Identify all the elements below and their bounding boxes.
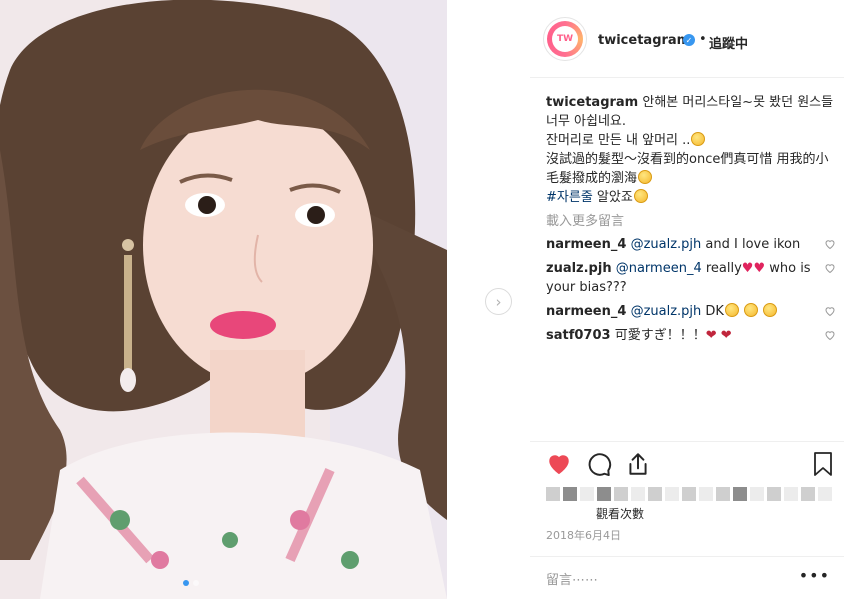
bookmark-icon[interactable]	[811, 451, 835, 477]
carousel-indicator	[183, 580, 199, 586]
like-comment-heart-icon[interactable]	[824, 262, 836, 274]
emoji-icon	[633, 189, 648, 203]
action-bar	[530, 441, 844, 442]
comment-username[interactable]: narmeen_4	[546, 237, 626, 252]
red-heart-emoji-icon: ♥	[753, 261, 766, 276]
caption-line-4: 알았죠	[592, 190, 633, 205]
comment-item: zualz.pjh @narmeen_4 really♥♥ who is you…	[546, 259, 836, 297]
views-label: 觀看次數	[596, 507, 645, 521]
red-heart-emoji-icon: ♥	[741, 261, 754, 276]
add-comment-bar: 留言⋯⋯ •••	[530, 556, 844, 599]
post-caption: twicetagram 안해본 머리스타일~못 봤던 원스들 너무 아쉽네요. …	[546, 93, 836, 207]
load-more-comments-button[interactable]: 載入更多留言	[546, 210, 836, 230]
add-comment-input[interactable]: 留言⋯⋯	[546, 569, 598, 588]
heart-emoji-icon: ❤	[705, 328, 717, 343]
comment-username[interactable]: narmeen_4	[546, 304, 626, 319]
caption-line-2: 잔머리로 만든 내 앞머리 ..	[546, 133, 691, 148]
comments-section: twicetagram 안해본 머리스타일~못 봤던 원스들 너무 아쉽네요. …	[546, 93, 836, 345]
heart-emoji-icon: ❤	[720, 328, 732, 343]
carousel-dot	[193, 580, 199, 586]
comment-username[interactable]: satf0703	[546, 328, 611, 343]
carousel-dot-active	[183, 580, 189, 586]
comment-item: narmeen_4 @zualz.pjh DK	[546, 302, 836, 321]
following-button[interactable]: 追蹤中	[709, 33, 748, 52]
likes-count-blurred	[546, 487, 832, 503]
like-comment-heart-icon[interactable]	[824, 329, 836, 341]
more-options-icon[interactable]: •••	[799, 566, 830, 585]
comment-text: really	[701, 261, 742, 276]
hashtag-link[interactable]: #자른줄	[546, 190, 593, 205]
comment-text: DK	[701, 304, 724, 319]
avatar-logo: TW	[552, 26, 578, 52]
emoji-icon	[638, 170, 653, 184]
post-panel: TW twicetagram ✓ • 追蹤中 twicetagram 안해본 머…	[530, 0, 844, 599]
comment-text: 可愛すぎ！！！	[610, 328, 706, 343]
like-comment-heart-icon[interactable]	[824, 305, 836, 317]
heart-icon[interactable]	[546, 451, 572, 477]
comment-mention[interactable]: @narmeen_4	[616, 261, 702, 276]
post-header: TW twicetagram ✓ • 追蹤中	[530, 0, 844, 78]
comment-mention[interactable]: @zualz.pjh	[631, 304, 702, 319]
caption-line-3: 沒試過的髮型～沒看到的once們真可惜 用我的小毛髮撥成的瀏海	[546, 152, 829, 186]
comment-text: and I love ikon	[701, 237, 801, 252]
photo-illustration	[0, 0, 447, 599]
emoji-icon	[744, 303, 759, 317]
caption-username[interactable]: twicetagram	[546, 95, 638, 110]
emoji-icon	[691, 132, 706, 146]
chevron-right-icon[interactable]: ›	[485, 288, 512, 315]
comment-mention[interactable]: @zualz.pjh	[631, 237, 702, 252]
emoji-icon	[763, 303, 778, 317]
share-icon[interactable]	[625, 451, 651, 477]
header-separator: •	[699, 32, 707, 47]
header-username[interactable]: twicetagram	[598, 33, 690, 48]
comment-item: narmeen_4 @zualz.pjh and I love ikon	[546, 235, 836, 254]
comment-username[interactable]: zualz.pjh	[546, 261, 612, 276]
emoji-icon	[724, 303, 739, 317]
post-date[interactable]: 2018年6月4日	[546, 527, 621, 543]
comment-item: satf0703 可愛すぎ！！！❤ ❤	[546, 326, 836, 345]
verified-badge-icon: ✓	[683, 34, 695, 46]
post-photo[interactable]	[0, 0, 447, 599]
like-comment-heart-icon[interactable]	[824, 238, 836, 250]
avatar[interactable]: TW	[543, 17, 587, 61]
comment-icon[interactable]	[586, 451, 612, 477]
